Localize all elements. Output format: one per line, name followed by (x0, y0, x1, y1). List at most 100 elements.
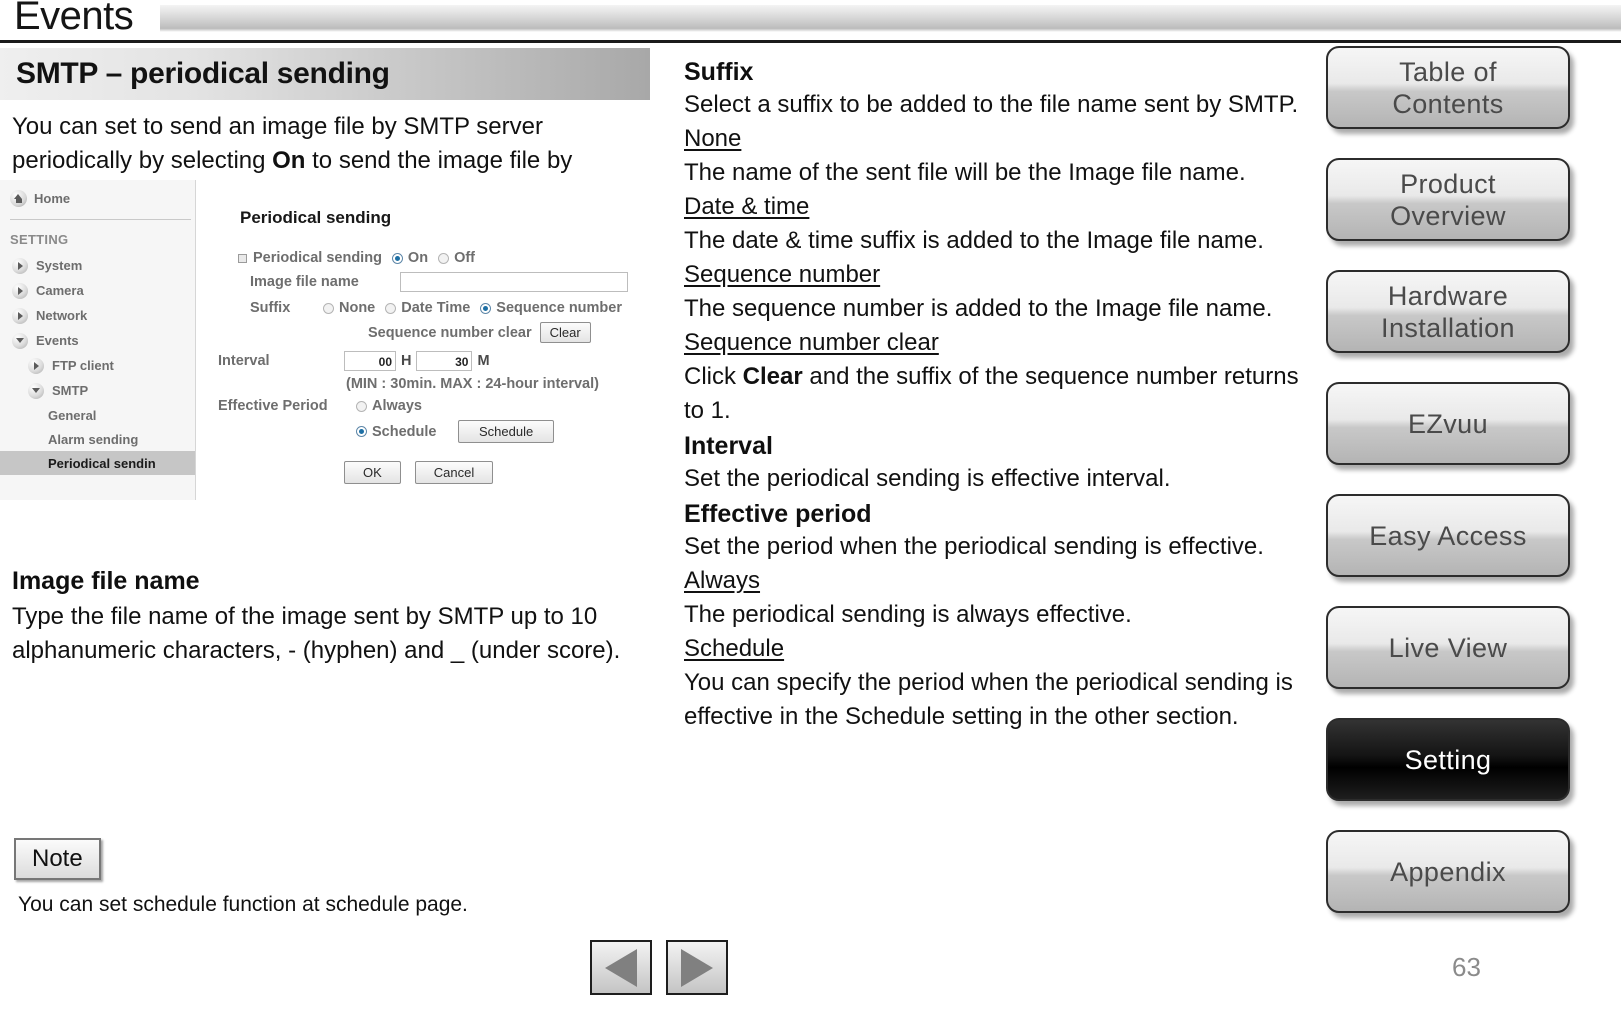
chevron-right-icon (12, 257, 28, 274)
suffix-sequence-radio[interactable] (480, 302, 492, 314)
schedule-button[interactable]: Schedule (458, 420, 555, 443)
sidebar-item-camera[interactable]: Camera (0, 278, 195, 303)
sidebar-item-network-label: Network (36, 308, 88, 323)
camera-ui-form: Periodical sending Periodical sending On… (196, 180, 672, 500)
nav-button-easy-access[interactable]: Easy Access (1326, 494, 1570, 577)
sidebar-item-smtp[interactable]: SMTP (0, 378, 195, 403)
sidebar-item-system-label: System (36, 258, 83, 273)
home-icon (10, 190, 27, 207)
sidebar-item-general-label: General (48, 407, 97, 423)
image-file-name-body: Type the file name of the image sent by … (12, 603, 621, 664)
row-suffix: Suffix None Date Time Sequence number (196, 292, 672, 316)
sidebar-item-network[interactable]: Network (0, 303, 195, 328)
sidebar-item-ftp-client-label: FTP client (52, 358, 114, 373)
right-column: Suffix Select a suffix to be added to th… (684, 56, 1314, 734)
sequence-clear-desc-a: Click (684, 363, 743, 390)
chevron-down-icon (12, 332, 28, 349)
sidebar-item-home[interactable]: Home (0, 180, 195, 217)
section-title-bar: SMTP – periodical sending (0, 48, 650, 100)
arrow-right-icon (681, 948, 713, 987)
effective-period-always-label: Always (372, 398, 422, 414)
suffix-description: Select a suffix to be added to the file … (684, 91, 1299, 118)
nav-button-hardware-installation-line2: Installation (1381, 312, 1515, 343)
image-file-name-label: Image file name (250, 274, 359, 290)
sidebar-item-ftp-client[interactable]: FTP client (0, 353, 195, 378)
periodical-sending-off-radio[interactable] (438, 252, 450, 264)
page-navigation (590, 940, 728, 995)
sequence-clear-desc-emphasis: Clear (742, 363, 803, 390)
previous-page-button[interactable] (590, 940, 652, 995)
image-file-name-input[interactable] (400, 272, 628, 292)
effective-period-schedule-radio[interactable] (356, 426, 367, 437)
sidebar-item-alarm-sending-label: Alarm sending (48, 431, 139, 447)
sidebar-item-system[interactable]: System (0, 253, 195, 278)
periodical-sending-on-label: On (407, 250, 429, 266)
interval-label: Interval (218, 353, 270, 369)
nav-button-product-overview[interactable]: Product Overview (1326, 158, 1570, 241)
effective-period-heading: Effective period (684, 500, 872, 528)
effective-period-schedule-label: Schedule (372, 423, 437, 440)
suffix-none-term-label: None (684, 125, 742, 152)
row-sequence-clear: Sequence number clear Clear (196, 316, 672, 343)
interval-minutes-unit: M (477, 353, 490, 369)
embedded-camera-ui-screenshot: Home SETTING System Camera Network Event… (0, 180, 672, 500)
sidebar-group-label: SETTING (10, 232, 69, 247)
collapse-box-icon[interactable] (238, 253, 247, 263)
nav-button-product-overview-line2: Overview (1390, 200, 1506, 231)
next-page-button[interactable] (666, 940, 728, 995)
interval-hint: (MIN : 30min. MAX : 24-hour interval) (346, 376, 599, 392)
sidebar-item-periodical-sending-label: Periodical sendin (48, 455, 156, 471)
schedule-description: You can specify the period when the peri… (684, 669, 1293, 730)
section-title: SMTP – periodical sending (16, 57, 390, 90)
suffix-datetime-label: Date Time (401, 300, 471, 316)
top-header: Events (0, 0, 1621, 40)
nav-button-appendix[interactable]: Appendix (1326, 830, 1570, 913)
interval-minutes-input[interactable]: 30 (416, 351, 473, 371)
sequence-clear-description: Click Clear and the suffix of the sequen… (684, 360, 1314, 428)
clear-button[interactable]: Clear (539, 322, 591, 343)
sidebar-item-general[interactable]: General (0, 403, 195, 427)
effective-period-always-radio[interactable] (356, 400, 367, 412)
form-heading: Periodical sending (240, 208, 392, 227)
cancel-button[interactable]: Cancel (414, 461, 494, 484)
sequence-clear-term: Sequence number clear (684, 326, 1314, 360)
suffix-sequence-label: Sequence number (496, 300, 622, 316)
section-nav-buttons: Table of Contents Product Overview Hardw… (1326, 46, 1572, 942)
row-effective-period-schedule: Schedule Schedule (196, 414, 672, 443)
interval-hours-input[interactable]: 00 (344, 351, 396, 371)
interval-hours-unit: H (401, 353, 412, 369)
row-effective-period: Effective Period Always (196, 392, 672, 414)
suffix-none-description: The name of the sent file will be the Im… (684, 159, 1246, 186)
nav-button-appendix-line1: Appendix (1390, 856, 1506, 887)
note-button[interactable]: Note (14, 838, 101, 880)
nav-button-hardware-installation-line1: Hardware (1387, 280, 1509, 311)
header-gradient-bar (160, 5, 1621, 28)
chevron-right-icon (28, 357, 44, 374)
periodical-sending-label: Periodical sending (253, 250, 382, 266)
image-file-name-heading: Image file name (12, 567, 200, 595)
sidebar-divider (10, 219, 191, 220)
suffix-datetime-radio[interactable] (385, 302, 397, 314)
sidebar-item-home-label: Home (34, 191, 71, 206)
periodical-sending-on-radio[interactable] (391, 252, 403, 264)
nav-button-ezvuu[interactable]: EZvuu (1326, 382, 1570, 465)
suffix-none-radio[interactable] (323, 302, 334, 314)
sequence-clear-term-label: Sequence number clear (684, 329, 939, 356)
sidebar-item-periodical-sending[interactable]: Periodical sendin (0, 451, 195, 475)
nav-button-table-of-contents[interactable]: Table of Contents (1326, 46, 1570, 129)
row-periodical-sending: Periodical sending On Off (196, 228, 672, 266)
nav-button-hardware-installation[interactable]: Hardware Installation (1326, 270, 1570, 353)
nav-button-setting-line1: Setting (1404, 744, 1492, 775)
sidebar-item-alarm-sending[interactable]: Alarm sending (0, 427, 195, 451)
sidebar-item-camera-label: Camera (36, 283, 84, 298)
schedule-term: Schedule (684, 632, 1314, 666)
ok-button[interactable]: OK (344, 461, 401, 484)
page-number: 63 (1452, 952, 1481, 982)
nav-button-setting[interactable]: Setting (1326, 718, 1570, 801)
sidebar-item-events[interactable]: Events (0, 328, 195, 353)
note-block: Note (14, 838, 101, 880)
nav-button-live-view[interactable]: Live View (1326, 606, 1570, 689)
suffix-none-label: None (339, 300, 376, 316)
suffix-none-term: None (684, 122, 1314, 156)
suffix-heading: Suffix (684, 58, 754, 86)
